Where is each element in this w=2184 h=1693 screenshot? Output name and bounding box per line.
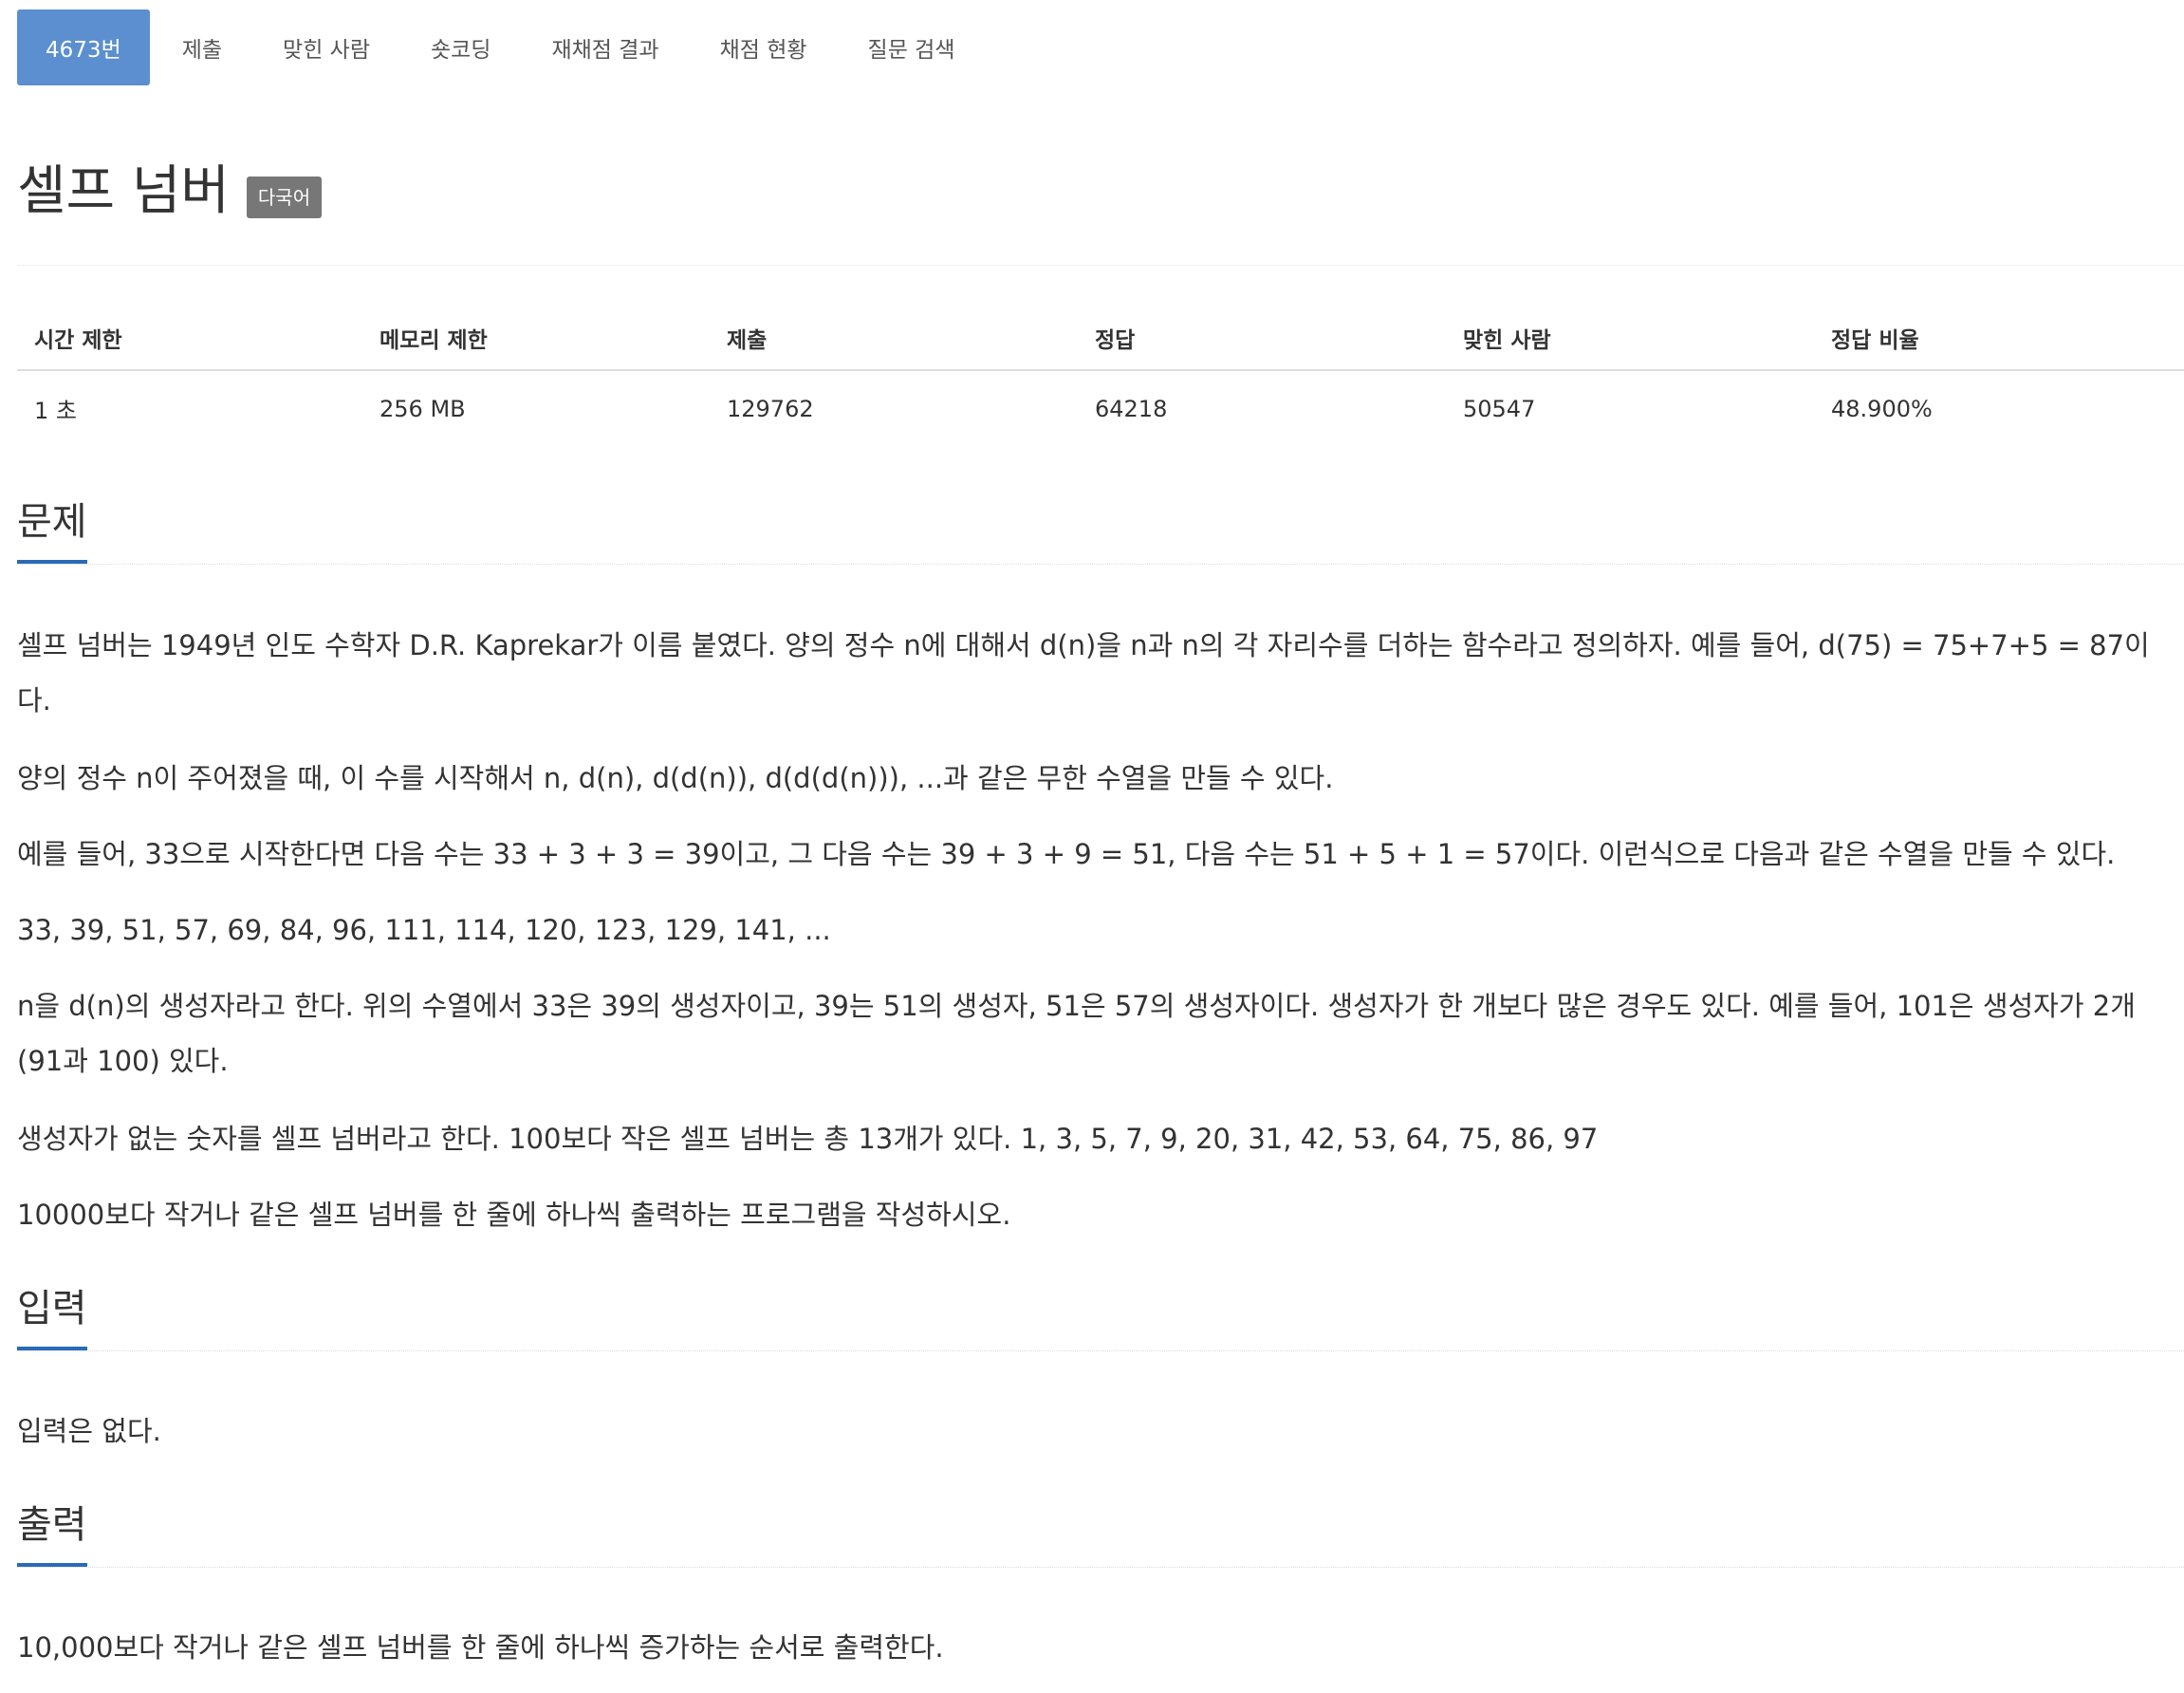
problem-text-line: 33, 39, 51, 57, 69, 84, 96, 111, 114, 12… <box>17 914 831 946</box>
problem-description-body: 10000보다 작거나 같은 셀프 넘버를 한 줄에 하나씩 출력하는 프로그램… <box>17 1187 2184 1242</box>
input-body: 입력은 없다. <box>17 1404 2184 1459</box>
tab-solved-users[interactable]: 맞힌 사람 <box>254 9 398 85</box>
problem-description-section: 문제 <box>17 495 2184 565</box>
value-solved-users: 50547 <box>1463 395 1536 422</box>
tab-problem-number[interactable]: 4673번 <box>17 9 150 85</box>
input-text-line: 입력은 없다. <box>17 1415 161 1447</box>
problem-description-body: 셀프 넘버는 1949년 인도 수학자 D.R. Kaprekar가 이름 붙였… <box>17 618 2184 728</box>
tab-rejudge-results[interactable]: 재채점 결과 <box>523 9 687 85</box>
problem-text-line: 양의 정수 n이 주어졌을 때, 이 수를 시작해서 n, d(n), d(d(… <box>17 762 1334 794</box>
title-divider <box>17 265 2184 266</box>
problem-description-body: 양의 정수 n이 주어졌을 때, 이 수를 시작해서 n, d(n), d(d(… <box>17 751 2184 806</box>
multilanguage-badge[interactable]: 다국어 <box>246 177 323 218</box>
tab-question-search[interactable]: 질문 검색 <box>840 9 984 85</box>
output-section: 출력 <box>17 1498 2184 1568</box>
section-title-output: 출력 <box>17 1498 87 1567</box>
header-submissions: 제출 <box>710 308 1078 371</box>
header-accept-ratio: 정답 비율 <box>1814 308 2184 371</box>
problem-description-body: n을 d(n)의 생성자라고 한다. 위의 수열에서 33은 39의 생성자이고… <box>17 978 2184 1088</box>
section-heading-output: 출력 <box>17 1498 2184 1568</box>
header-accepted: 정답 <box>1078 308 1446 371</box>
table-header-row: 시간 제한 메모리 제한 제출 정답 맞힌 사람 정답 비율 <box>17 308 2184 371</box>
problem-text-line: 생성자가 없는 숫자를 셀프 넘버라고 한다. 100보다 작은 셀프 넘버는 … <box>17 1123 1599 1155</box>
value-accept-ratio: 48.900% <box>1831 395 1933 422</box>
problem-description-body: 33, 39, 51, 57, 69, 84, 96, 111, 114, 12… <box>17 902 2184 958</box>
problem-text-line: (91과 100) 있다. <box>17 1045 229 1077</box>
header-time-limit: 시간 제한 <box>17 308 362 371</box>
problem-description-body: 예를 들어, 33으로 시작한다면 다음 수는 33 + 3 + 3 = 39이… <box>17 827 2184 882</box>
tab-judge-status[interactable]: 채점 현황 <box>692 9 836 85</box>
problem-page: 4673번 제출 맞힌 사람 숏코딩 재채점 결과 채점 현황 질문 검색 셀프… <box>17 0 2184 1693</box>
section-title-problem: 문제 <box>17 495 87 564</box>
problem-text-line: 다. <box>17 684 51 716</box>
problem-text-line: 예를 들어, 33으로 시작한다면 다음 수는 33 + 3 + 3 = 39이… <box>17 838 2116 870</box>
value-submissions: 129762 <box>727 395 814 422</box>
input-section: 입력 <box>17 1282 2184 1351</box>
header-solved-users: 맞힌 사람 <box>1446 308 1814 371</box>
output-body: 10,000보다 작거나 같은 셀프 넘버를 한 줄에 하나씩 증가하는 순서로… <box>17 1620 2184 1675</box>
problem-tab-bar: 4673번 제출 맞힌 사람 숏코딩 재채점 결과 채점 현황 질문 검색 <box>17 9 988 85</box>
section-heading-problem: 문제 <box>17 495 2184 565</box>
problem-description-body: 생성자가 없는 숫자를 셀프 넘버라고 한다. 100보다 작은 셀프 넘버는 … <box>17 1111 2184 1166</box>
section-heading-input: 입력 <box>17 1282 2184 1351</box>
tab-short-coding[interactable]: 숏코딩 <box>402 9 519 85</box>
value-accepted: 64218 <box>1095 395 1168 422</box>
section-title-input: 입력 <box>17 1282 87 1350</box>
table-row: 1 초 256 MB 129762 64218 50547 48.900% <box>17 370 2184 446</box>
output-text-line: 10,000보다 작거나 같은 셀프 넘버를 한 줄에 하나씩 증가하는 순서로… <box>17 1631 944 1664</box>
value-time-limit: 1 초 <box>34 398 77 424</box>
value-memory-limit: 256 MB <box>379 395 466 422</box>
tab-submit[interactable]: 제출 <box>154 9 250 85</box>
title-row: 셀프 넘버 다국어 <box>17 159 323 224</box>
problem-text-line: n을 d(n)의 생성자라고 한다. 위의 수열에서 33은 39의 생성자이고… <box>17 990 2136 1022</box>
header-memory-limit: 메모리 제한 <box>362 308 710 371</box>
problem-info-table: 시간 제한 메모리 제한 제출 정답 맞힌 사람 정답 비율 1 초 256 M… <box>17 308 2184 446</box>
problem-text-line: 셀프 넘버는 1949년 인도 수학자 D.R. Kaprekar가 이름 붙였… <box>17 629 2150 661</box>
problem-text-line: 10000보다 작거나 같은 셀프 넘버를 한 줄에 하나씩 출력하는 프로그램… <box>17 1199 1011 1231</box>
page-title: 셀프 넘버 <box>17 160 230 222</box>
